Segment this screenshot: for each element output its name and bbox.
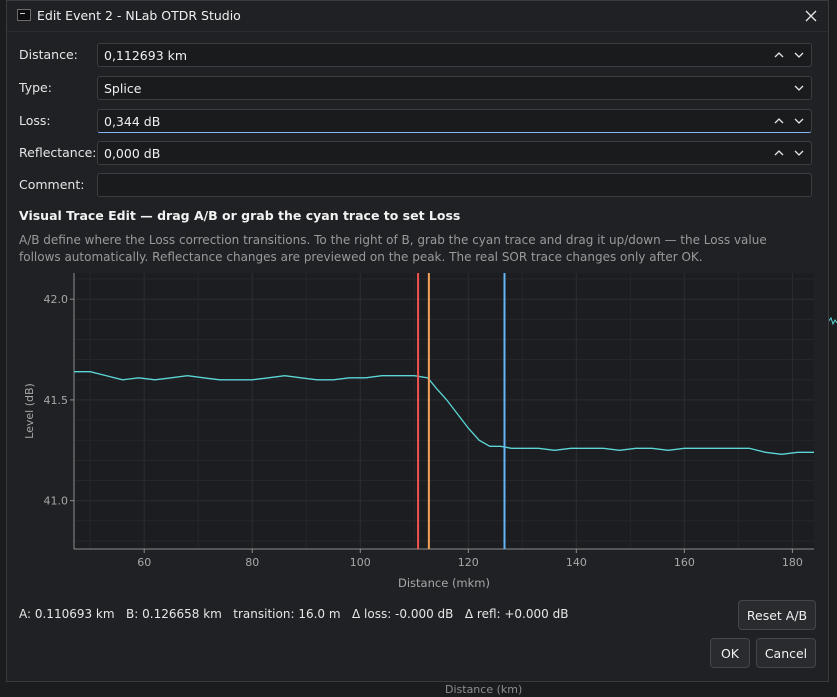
close-icon [805, 10, 817, 22]
status-line: A: 0.110693 km B: 0.126658 km transition… [19, 607, 568, 621]
status-delta-refl: Δ refl: +0.000 dB [464, 607, 569, 621]
y-axis-label: Level (dB) [23, 383, 36, 439]
trace-chart[interactable]: 60 80 100 120 140 160 180 41.0 41.5 42.0 Distance … [17, 271, 820, 591]
x-tick-label: 180 [782, 556, 803, 569]
chevron-down-icon[interactable] [793, 50, 805, 60]
close-button[interactable] [794, 1, 828, 31]
x-tick-label: 120 [458, 556, 479, 569]
reflectance-row: Reflectance: 0,000 dB [19, 141, 812, 165]
type-value: Splice [104, 81, 142, 96]
loss-spinbox[interactable]: 0,344 dB [97, 109, 812, 133]
background-axis-label: Distance (km) [445, 683, 523, 696]
type-label: Type: [19, 80, 52, 95]
chevron-up-icon[interactable] [773, 50, 785, 60]
x-tick-label: 80 [245, 556, 259, 569]
chevron-down-icon[interactable] [793, 83, 805, 93]
window-title: Edit Event 2 - NLab OTDR Studio [37, 8, 241, 23]
visual-edit-help: A/B define where the Loss correction tra… [19, 233, 767, 264]
distance-value: 0,112693 km [104, 48, 188, 63]
visual-edit-heading: Visual Trace Edit — drag A/B or grab the… [19, 208, 461, 223]
cancel-button[interactable]: Cancel [756, 638, 816, 668]
x-tick-label: 100 [350, 556, 371, 569]
reflectance-label: Reflectance: [19, 145, 97, 160]
distance-row: Distance: 0,112693 km [19, 43, 812, 67]
status-b: B: 0.126658 km [126, 607, 222, 621]
loss-label: Loss: [19, 113, 51, 128]
status-a: A: 0.110693 km [19, 607, 115, 621]
reset-ab-button[interactable]: Reset A/B [738, 600, 816, 630]
comment-row: Comment: [19, 173, 812, 197]
chevron-up-icon[interactable] [773, 116, 785, 126]
x-tick-label: 140 [566, 556, 587, 569]
plot-area [74, 273, 814, 549]
y-tick-label: 42.0 [44, 293, 69, 306]
reflectance-value: 0,000 dB [104, 146, 161, 161]
distance-spinbox[interactable]: 0,112693 km [97, 43, 812, 67]
trace-chart-svg[interactable]: 60 80 100 120 140 160 180 41.0 41.5 42.0 Distance … [17, 271, 820, 591]
comment-label: Comment: [19, 177, 85, 192]
comment-input[interactable] [97, 173, 812, 197]
x-tick-label: 160 [674, 556, 695, 569]
chevron-up-icon[interactable] [773, 148, 785, 158]
x-tick-label: 60 [137, 556, 151, 569]
edit-event-dialog: Edit Event 2 - NLab OTDR Studio Distance… [6, 0, 829, 682]
status-delta-loss: Δ loss: -0.000 dB [352, 607, 454, 621]
reflectance-spinbox[interactable]: 0,000 dB [97, 141, 812, 165]
type-combobox[interactable]: Splice [97, 76, 812, 100]
chevron-down-icon[interactable] [793, 148, 805, 158]
loss-value: 0,344 dB [104, 114, 161, 129]
loss-row: Loss: 0,344 dB [19, 109, 812, 133]
x-axis-label: Distance (mkm) [398, 576, 490, 590]
y-tick-label: 41.0 [44, 495, 69, 508]
y-tick-label: 41.5 [44, 394, 69, 407]
title-bar[interactable]: Edit Event 2 - NLab OTDR Studio [7, 1, 828, 32]
distance-label: Distance: [19, 47, 78, 62]
status-transition: transition: 16.0 m [233, 607, 341, 621]
type-row: Type: Splice [19, 76, 812, 100]
ok-button[interactable]: OK [710, 638, 750, 668]
terminal-app-icon [17, 9, 31, 21]
background-trace-fragment [828, 316, 837, 326]
chevron-down-icon[interactable] [793, 116, 805, 126]
